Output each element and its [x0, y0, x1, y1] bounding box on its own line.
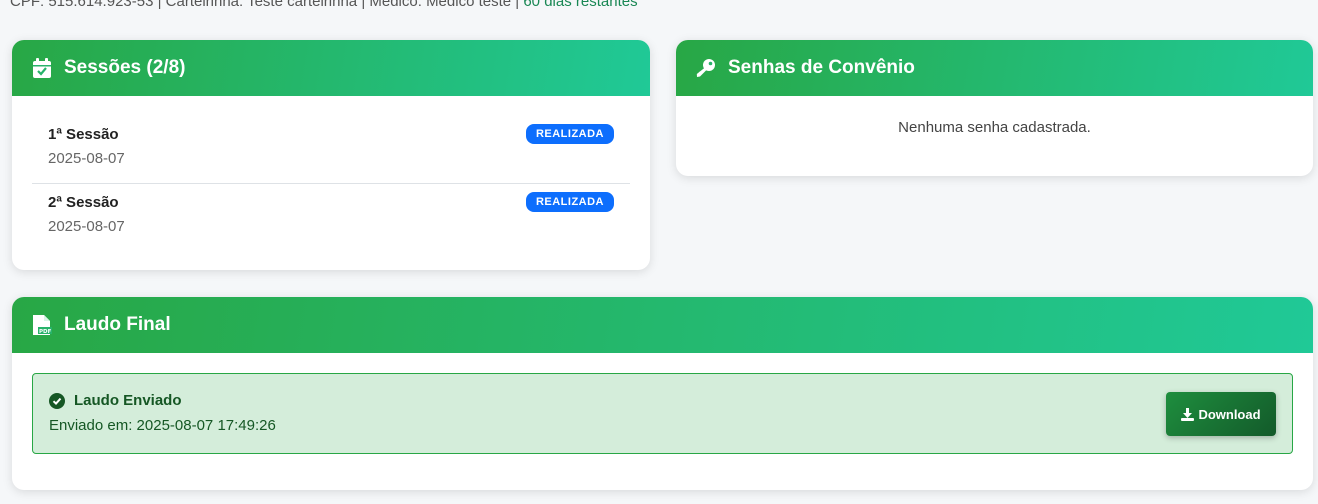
- patient-details: CPF: 515.614.923-53 | Carteirinha: Teste…: [10, 0, 524, 10]
- days-remaining: 60 dias restantes: [523, 0, 638, 10]
- sessions-header: Sessões (2/8): [12, 40, 650, 96]
- laudo-status-box: Laudo Enviado Enviado em: 2025-08-07 17:…: [32, 373, 1293, 454]
- laudo-status: Laudo Enviado: [49, 392, 182, 409]
- session-date: 2025-08-07: [48, 150, 125, 167]
- calendar-check-icon: [32, 57, 52, 79]
- status-badge: REALIZADA: [525, 192, 614, 212]
- laudo-sent-date: Enviado em: 2025-08-07 17:49:26: [49, 417, 276, 434]
- laudo-status-text: Laudo Enviado: [74, 392, 182, 409]
- svg-text:PDF: PDF: [39, 329, 52, 335]
- list-item[interactable]: 1ª Sessão 2025-08-07 REALIZADA: [32, 116, 630, 184]
- status-badge: REALIZADA: [525, 124, 614, 144]
- session-date: 2025-08-07: [48, 218, 125, 235]
- check-circle-icon: [49, 392, 65, 409]
- sessions-title: Sessões (2/8): [64, 57, 186, 78]
- laudo-title: Laudo Final: [64, 314, 171, 335]
- download-icon: [1181, 407, 1195, 421]
- list-item[interactable]: 2ª Sessão 2025-08-07 REALIZADA: [32, 184, 630, 252]
- pdf-file-icon: PDF: [32, 314, 52, 336]
- sessions-card: Sessões (2/8) 1ª Sessão 2025-08-07 REALI…: [12, 40, 650, 270]
- convenio-title: Senhas de Convênio: [728, 57, 915, 78]
- laudo-card: PDF Laudo Final Laudo Enviado Enviado em…: [12, 297, 1313, 490]
- download-label: Download: [1198, 406, 1261, 422]
- laudo-header: PDF Laudo Final: [12, 297, 1313, 353]
- convenio-card: Senhas de Convênio Nenhuma senha cadastr…: [676, 40, 1313, 176]
- empty-message: Nenhuma senha cadastrada.: [898, 119, 1091, 136]
- patient-info-line: CPF: 515.614.923-53 | Carteirinha: Teste…: [10, 0, 638, 10]
- session-list: 1ª Sessão 2025-08-07 REALIZADA 2ª Sessão…: [32, 116, 630, 252]
- download-button[interactable]: Download: [1166, 392, 1276, 436]
- convenio-header: Senhas de Convênio: [676, 40, 1313, 96]
- key-icon: [696, 57, 716, 79]
